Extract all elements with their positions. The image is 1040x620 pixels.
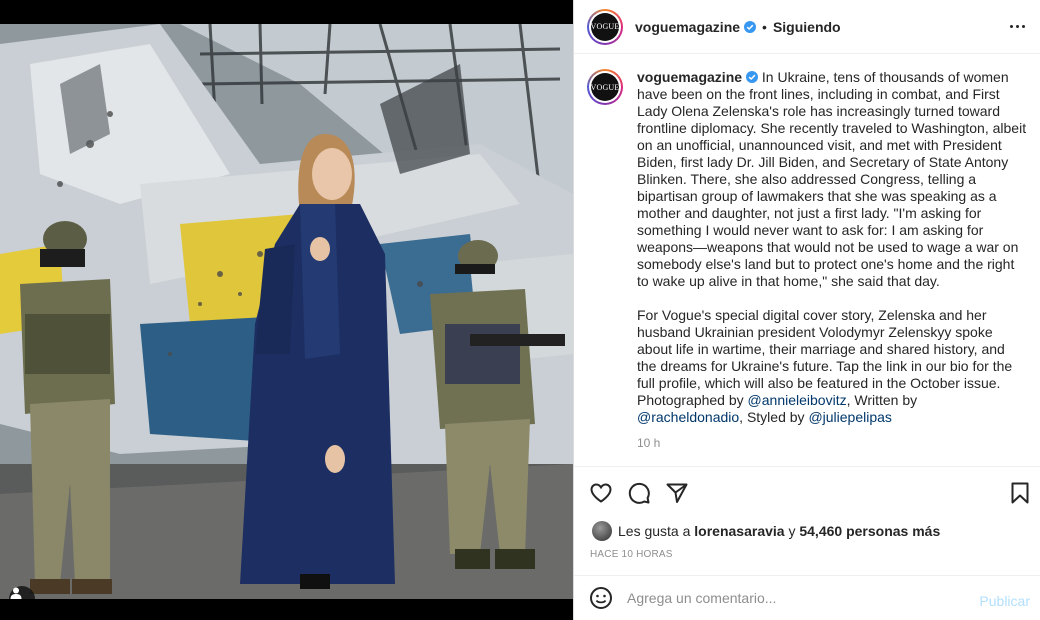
post-photo[interactable] <box>0 24 573 599</box>
comment-icon[interactable] <box>627 481 651 505</box>
caption-comment: VOGUE voguemagazine In Ukraine, tens of … <box>587 69 1027 450</box>
caption-written-by: , Written by <box>846 392 918 408</box>
heart-icon[interactable] <box>589 481 613 505</box>
photo-illustration <box>0 24 573 599</box>
likes-count[interactable]: 54,460 personas más <box>799 523 940 539</box>
share-icon[interactable] <box>665 481 689 505</box>
post-media-pane <box>0 0 573 620</box>
caption-author-avatar[interactable]: VOGUE <box>587 69 623 105</box>
verified-icon <box>744 20 757 33</box>
mention-photographer[interactable]: @annieleibovitz <box>748 392 847 408</box>
action-bar <box>574 478 1040 508</box>
comment-input[interactable] <box>627 590 957 606</box>
liker-avatar[interactable] <box>592 521 612 541</box>
likes-joiner: y <box>788 523 796 539</box>
more-options-icon[interactable] <box>1005 16 1029 36</box>
post-time-ago[interactable]: HACE 10 HORAS <box>590 549 673 560</box>
mention-writer[interactable]: @racheldonadio <box>637 409 739 425</box>
author-avatar[interactable]: VOGUE <box>587 8 623 45</box>
save-icon[interactable] <box>1008 481 1032 505</box>
caption-paragraph-1: In Ukraine, tens of thousands of women h… <box>637 69 1027 289</box>
likes-summary: Les gusta a lorenasaravia y 54,460 perso… <box>592 521 940 541</box>
caption-timestamp[interactable]: 10 h <box>637 436 1027 450</box>
post-header: VOGUE voguemagazine • Siguiendo <box>574 0 1040 54</box>
header-separator: • <box>762 18 767 35</box>
author-username[interactable]: voguemagazine <box>635 19 740 35</box>
caption-avatar-logo: VOGUE <box>591 73 619 101</box>
caption-username[interactable]: voguemagazine <box>637 69 742 85</box>
post-side-panel: VOGUE voguemagazine • Siguiendo VOGUE vo… <box>573 0 1040 620</box>
liker-username[interactable]: lorenasaravia <box>694 523 784 539</box>
mention-stylist[interactable]: @juliepelipas <box>808 409 891 425</box>
comments-area[interactable]: VOGUE voguemagazine In Ukraine, tens of … <box>574 55 1040 467</box>
caption-styled-by: , Styled by <box>739 409 805 425</box>
following-button[interactable]: Siguiendo <box>773 19 841 35</box>
avatar-logo: VOGUE <box>591 12 619 41</box>
add-comment-bar: Publicar <box>574 575 1040 620</box>
caption-verified-icon <box>746 71 759 83</box>
caption-text: voguemagazine In Ukraine, tens of thousa… <box>637 69 1027 426</box>
emoji-icon[interactable] <box>589 586 613 610</box>
publish-button[interactable]: Publicar <box>979 593 1030 609</box>
likes-prefix: Les gusta a <box>618 523 691 539</box>
